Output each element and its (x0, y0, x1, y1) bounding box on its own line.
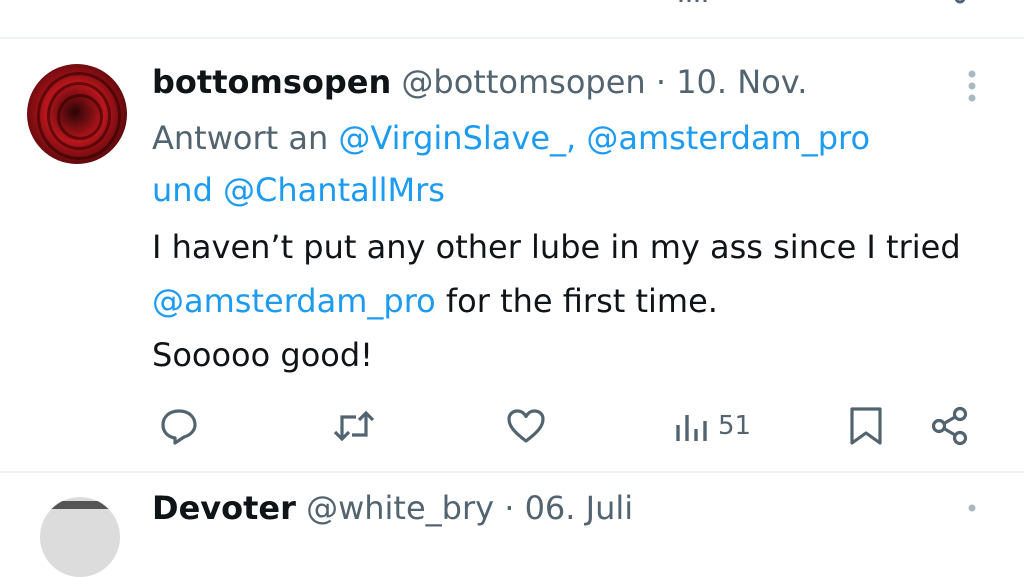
bookmark-button[interactable] (846, 398, 886, 454)
views-icon[interactable] (675, 0, 715, 4)
tweet-text-part: I haven’t put any other lube in my ass s… (152, 228, 961, 266)
reply-connector: und (152, 171, 213, 209)
reply-icon[interactable] (160, 0, 200, 4)
more-icon[interactable] (958, 500, 986, 514)
reply-button[interactable] (158, 398, 200, 454)
share-icon[interactable] (940, 0, 980, 4)
like-icon (507, 409, 545, 443)
reply-mention-link[interactable]: @amsterdam_pro (586, 119, 870, 157)
reply-prefix: Antwort an (152, 119, 329, 157)
divider-top (0, 37, 1024, 39)
reply-context: Antwort an @VirginSlave_, @amsterdam_pro… (152, 112, 972, 216)
reply-mention-link[interactable]: @VirginSlave_, (338, 119, 576, 157)
like-button[interactable] (504, 398, 548, 454)
handle[interactable]: @bottomsopen (401, 63, 645, 101)
like-icon[interactable] (505, 0, 545, 4)
retweet-icon (333, 410, 375, 442)
share-button[interactable] (928, 398, 972, 454)
display-name[interactable]: Devoter (152, 489, 296, 527)
separator: · (655, 63, 667, 101)
tweet-mention-link[interactable]: @amsterdam_pro (152, 282, 436, 320)
timestamp[interactable]: 10. Nov. (676, 63, 807, 101)
views-icon (676, 415, 707, 441)
tweet-header: bottomsopen @bottomsopen · 10. Nov. (152, 58, 807, 106)
avatar[interactable] (27, 64, 127, 164)
more-icon[interactable] (958, 66, 986, 106)
views-count: 51 (718, 411, 752, 441)
bookmark-icon (850, 407, 882, 445)
previous-tweet-actions (0, 0, 1024, 4)
tweet-header: Devoter @white_bry · 06. Juli (152, 484, 633, 532)
display-name[interactable]: bottomsopen (152, 63, 391, 101)
timestamp[interactable]: 06. Juli (525, 489, 634, 527)
retweet-icon[interactable] (330, 0, 376, 4)
tweet-text-part: for the first time. (445, 282, 718, 320)
bookmark-icon[interactable] (848, 0, 888, 4)
share-icon (931, 406, 968, 446)
tweet-text-part: Sooooo good! (152, 336, 373, 374)
reply-mention-link[interactable]: @ChantallMrs (223, 171, 445, 209)
reply-icon (161, 409, 197, 445)
divider-bottom (0, 471, 1024, 473)
avatar[interactable] (40, 497, 120, 577)
retweet-button[interactable] (330, 398, 378, 454)
separator: · (504, 489, 515, 527)
tweet-text: I haven’t put any other lube in my ass s… (152, 220, 982, 382)
tweet-actions: 51 (0, 398, 1024, 454)
views-button[interactable]: 51 (672, 398, 751, 454)
handle[interactable]: @white_bry (306, 489, 494, 527)
